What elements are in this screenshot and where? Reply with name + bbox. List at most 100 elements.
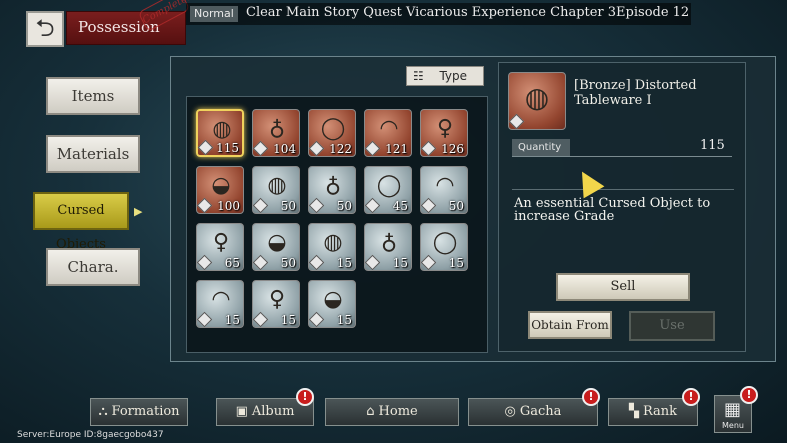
item-count: 15 — [336, 313, 352, 327]
home-icon: ⌂ — [366, 404, 375, 419]
item-slot[interactable]: ◠ 15 — [196, 280, 244, 328]
grade-diamond-icon — [364, 140, 381, 157]
item-slot[interactable]: ♀ 126 — [420, 109, 468, 157]
gacha-icon: ◎ — [504, 404, 516, 419]
item-slot[interactable]: ♁ 15 — [364, 223, 412, 271]
item-slot[interactable]: ♀ 15 — [252, 280, 300, 328]
quantity-value: 115 — [700, 138, 725, 153]
potion-icon: ♁ — [380, 230, 398, 255]
grade-diamond-icon — [308, 197, 325, 214]
grade-diamond-icon — [196, 254, 213, 271]
item-description: An essential Cursed Object to increase G… — [514, 196, 711, 224]
grade-diamond-icon — [508, 113, 525, 130]
grade-diamond-icon — [420, 140, 437, 157]
album-icon: ▣ — [235, 404, 248, 419]
item-slot[interactable]: ◠ 121 — [364, 109, 412, 157]
item-count: 115 — [216, 141, 239, 155]
bracelet-icon: ◯ — [432, 230, 458, 255]
grade-diamond-icon — [196, 197, 213, 214]
pot-icon: ◒ — [211, 173, 231, 198]
detail-item-icon: ◍ — [508, 72, 566, 130]
necklace-icon: ◠ — [211, 287, 231, 312]
formation-icon: ⛬ — [98, 404, 108, 419]
item-count: 104 — [273, 142, 296, 156]
potion-icon: ♁ — [324, 173, 342, 198]
item-count: 50 — [280, 199, 296, 213]
sell-button[interactable]: Sell — [556, 273, 690, 301]
necklace-icon: ◠ — [379, 116, 399, 141]
quest-text: Clear Main Story Quest Vicarious Experie… — [246, 5, 690, 20]
rank-icon: ▚ — [628, 404, 639, 419]
item-slot[interactable]: ◍ 50 — [252, 166, 300, 214]
description-divider — [512, 189, 734, 190]
grade-diamond-icon — [308, 254, 325, 271]
potion-icon: ♁ — [268, 116, 286, 141]
item-slot[interactable]: ◒ 50 — [252, 223, 300, 271]
item-slot[interactable]: ◍ 15 — [308, 223, 356, 271]
pendant-icon: ♀ — [436, 116, 454, 141]
item-count: 15 — [224, 313, 240, 327]
grade-diamond-icon — [420, 254, 437, 271]
grade-diamond-icon — [308, 311, 325, 328]
item-count: 15 — [336, 256, 352, 270]
item-slot[interactable]: ♁ 104 — [252, 109, 300, 157]
item-slot[interactable]: ♀ 65 — [196, 223, 244, 271]
necklace-icon: ◠ — [435, 173, 455, 198]
menu-grid-icon: ▦ — [724, 399, 742, 420]
item-count: 126 — [441, 142, 464, 156]
item-count: 100 — [217, 199, 240, 213]
item-slot[interactable]: ◒ 100 — [196, 166, 244, 214]
plate-icon: ◍ — [267, 173, 287, 198]
item-slot[interactable]: ◠ 50 — [420, 166, 468, 214]
grade-diamond-icon — [252, 311, 269, 328]
back-button[interactable]: ⮌ — [26, 11, 64, 47]
item-count: 65 — [224, 256, 240, 270]
bracelet-icon: ◯ — [320, 116, 346, 141]
nav-gacha[interactable]: ◎ Gacha — [468, 398, 598, 426]
grade-diamond-icon — [252, 197, 269, 214]
item-count: 50 — [336, 199, 352, 213]
grade-diamond-icon — [252, 254, 269, 271]
menu-alert-badge: ! — [740, 386, 758, 404]
item-count: 15 — [280, 313, 296, 327]
server-info: Server:Europe ID:8gaecgobo437 — [17, 430, 164, 440]
quantity-divider — [512, 156, 732, 157]
pendant-icon: ♀ — [212, 230, 230, 255]
plate-icon: ◍ — [323, 230, 343, 255]
album-alert-badge: ! — [296, 388, 314, 406]
tab-chara[interactable]: Chara. — [46, 248, 140, 286]
grade-diamond-icon — [308, 140, 325, 157]
grade-diamond-icon — [364, 197, 381, 214]
grade-diamond-icon — [196, 311, 213, 328]
nav-formation[interactable]: ⛬ Formation — [90, 398, 188, 426]
item-count: 50 — [280, 256, 296, 270]
pot-icon: ◒ — [323, 287, 343, 312]
active-tab-arrow-icon: ▶ — [134, 205, 143, 218]
back-arrow-icon: ⮌ — [35, 14, 55, 42]
sort-icon: ☷ — [413, 69, 424, 83]
obtain-from-button[interactable]: Obtain From — [528, 311, 612, 339]
item-name: [Bronze] Distorted Tableware I — [574, 78, 697, 108]
item-slot[interactable]: ◯ 122 — [308, 109, 356, 157]
item-slot[interactable]: ◒ 15 — [308, 280, 356, 328]
item-count: 45 — [392, 199, 408, 213]
tab-items[interactable]: Items — [46, 77, 140, 115]
item-slot[interactable]: ◯ 15 — [420, 223, 468, 271]
item-count: 50 — [448, 199, 464, 213]
grade-diamond-icon — [420, 197, 437, 214]
pendant-icon: ♀ — [268, 287, 286, 312]
menu-label: Menu — [722, 421, 744, 430]
item-count: 15 — [448, 256, 464, 270]
item-count: 15 — [392, 256, 408, 270]
item-count: 121 — [385, 142, 408, 156]
nav-home[interactable]: ⌂ Home — [325, 398, 459, 426]
rank-alert-badge: ! — [682, 388, 700, 406]
item-slot[interactable]: ♁ 50 — [308, 166, 356, 214]
item-slot[interactable]: ◯ 45 — [364, 166, 412, 214]
tab-cursed-objects[interactable]: Cursed Objects — [33, 192, 129, 252]
gacha-alert-badge: ! — [582, 388, 600, 406]
item-slot[interactable]: ◍ 115 — [196, 109, 244, 157]
quest-difficulty-tag: Normal — [190, 6, 238, 22]
pot-icon: ◒ — [267, 230, 287, 255]
tab-materials[interactable]: Materials — [46, 135, 140, 173]
